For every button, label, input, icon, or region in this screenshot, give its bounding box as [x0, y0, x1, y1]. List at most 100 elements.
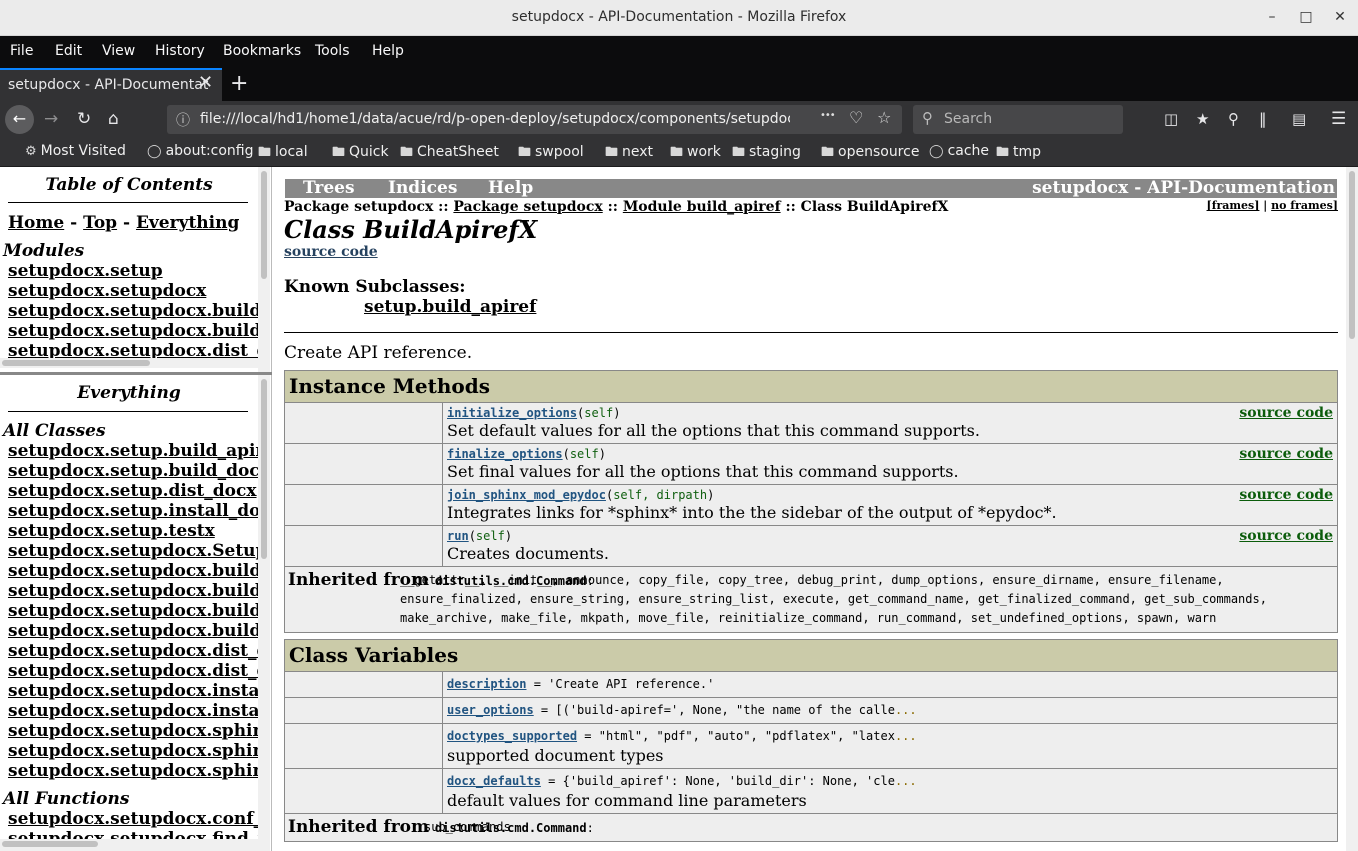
- subclass-link[interactable]: setup.build_apiref: [364, 297, 536, 317]
- class-link[interactable]: setupdocx.setup.install_docx: [8, 501, 258, 521]
- minimize-button[interactable]: –: [1257, 0, 1287, 35]
- reload-button[interactable]: ↻: [77, 107, 91, 131]
- method-source-code-link[interactable]: source code: [1239, 446, 1333, 462]
- bookmark-folder-staging[interactable]: 🖿 staging: [732, 143, 801, 165]
- bookmark-cache[interactable]: ◯ cache: [929, 143, 989, 159]
- variable-name-link[interactable]: user_options: [447, 703, 534, 717]
- library-icon[interactable]: ‖: [1259, 107, 1267, 131]
- pocket-icon[interactable]: ♡: [849, 108, 863, 127]
- method-source-code-link[interactable]: source code: [1239, 528, 1333, 544]
- bookmark-folder-swpool[interactable]: 🖿 swpool: [518, 143, 584, 165]
- menu-edit[interactable]: Edit: [55, 43, 82, 59]
- everything-title: Everything: [77, 383, 181, 403]
- module-link[interactable]: setupdocx.setupdocx.build_apiref: [8, 301, 258, 321]
- menu-file[interactable]: File: [10, 43, 33, 59]
- no-frames-link[interactable]: no frames]: [1271, 199, 1338, 212]
- menu-bookmarks[interactable]: Bookmarks: [223, 43, 301, 59]
- info-icon[interactable]: ⓘ: [176, 110, 190, 130]
- variable-row: docx_defaults = {'build_apiref': None, '…: [285, 769, 1337, 814]
- menu-history[interactable]: History: [155, 43, 205, 59]
- class-link[interactable]: setupdocx.setupdocx.install_docx: [8, 701, 258, 721]
- page-actions-icon[interactable]: •••: [820, 110, 836, 121]
- tab-close-icon[interactable]: ✕: [198, 68, 213, 98]
- zoom-search-icon[interactable]: ⚲: [1228, 107, 1239, 131]
- maximize-button[interactable]: □: [1291, 0, 1321, 35]
- main-vscrollbar[interactable]: [1346, 167, 1358, 851]
- bookmark-star-icon[interactable]: ☆: [877, 108, 891, 127]
- hamburger-menu-icon[interactable]: ☰: [1331, 107, 1346, 131]
- module-link[interactable]: setupdocx.setup: [8, 261, 163, 281]
- bookmark-most-visited[interactable]: ⚙ Most Visited: [25, 143, 126, 159]
- class-link[interactable]: setupdocx.setupdocx.build_docx: [8, 601, 258, 621]
- search-bar[interactable]: ⚲ Search: [913, 105, 1123, 134]
- toc-home-link[interactable]: Home: [8, 213, 64, 233]
- variable-name-link[interactable]: description: [447, 677, 526, 691]
- bookmark-folder-work[interactable]: 🖿 work: [670, 143, 721, 165]
- new-tab-button[interactable]: +: [230, 68, 248, 99]
- close-window-button[interactable]: ✕: [1325, 0, 1355, 35]
- bookmark-folder-next[interactable]: 🖿 next: [605, 143, 653, 165]
- home-button[interactable]: ⌂: [108, 107, 119, 131]
- class-link[interactable]: setupdocx.setupdocx.sphinx: [8, 761, 258, 781]
- method-source-code-link[interactable]: source code: [1239, 487, 1333, 503]
- frames-link[interactable]: [frames]: [1207, 199, 1260, 212]
- nav-indices-link[interactable]: Indices: [388, 179, 457, 198]
- class-link[interactable]: setupdocx.setupdocx.build_apiref: [8, 581, 258, 601]
- class-link[interactable]: setupdocx.setup.dist_docx: [8, 481, 257, 501]
- variable-name-link[interactable]: doctypes_supported: [447, 729, 577, 743]
- class-link[interactable]: setupdocx.setup.build_docx: [8, 461, 258, 481]
- class-link[interactable]: setupdocx.setupdocx.build_apiref: [8, 561, 258, 581]
- bookmark-folder-quick[interactable]: 🖿 Quick: [332, 143, 389, 165]
- reader-view-icon[interactable]: ◫: [1164, 107, 1178, 131]
- breadcrumb-module-link[interactable]: Module build_apiref: [623, 199, 781, 215]
- module-link[interactable]: setupdocx.setupdocx: [8, 281, 206, 301]
- toc-top-link[interactable]: Top: [83, 213, 117, 233]
- method-name-link[interactable]: run: [447, 529, 469, 543]
- bookmark-menu-icon[interactable]: ★: [1196, 107, 1209, 131]
- url-bar[interactable]: ⓘ file:///local/hd1/home1/data/acue/rd/p…: [167, 105, 902, 134]
- class-link[interactable]: setupdocx.setupdocx.install_docx: [8, 681, 258, 701]
- function-link[interactable]: setupdocx.setupdocx.conf_list: [8, 809, 258, 829]
- url-text[interactable]: file:///local/hd1/home1/data/acue/rd/p-o…: [200, 111, 790, 127]
- back-button[interactable]: ←: [5, 105, 34, 134]
- class-link[interactable]: setupdocx.setupdocx.sphinx: [8, 721, 258, 741]
- method-name-link[interactable]: join_sphinx_mod_epydoc: [447, 488, 606, 502]
- bookmark-folder-opensource[interactable]: 🖿 opensource: [821, 143, 919, 165]
- class-link[interactable]: setupdocx.setupdocx.sphinx: [8, 741, 258, 761]
- method-name-link[interactable]: initialize_options: [447, 406, 577, 420]
- bookmark-folder-cheatsheet[interactable]: 🖿 CheatSheet: [400, 143, 499, 165]
- class-variables-heading: Class Variables: [285, 640, 1337, 672]
- sidebar-icon[interactable]: ▤: [1292, 107, 1306, 131]
- class-link[interactable]: setupdocx.setupdocx.SetupDocX: [8, 541, 258, 561]
- method-source-code-link[interactable]: source code: [1239, 405, 1333, 421]
- method-signature: join_sphinx_mod_epydoc(self, dirpath): [447, 488, 715, 502]
- menu-help[interactable]: Help: [372, 43, 404, 59]
- bookmark-about-config[interactable]: ◯ about:config: [147, 143, 254, 159]
- menu-tools[interactable]: Tools: [315, 43, 350, 59]
- class-link[interactable]: setupdocx.setup.build_apiref: [8, 441, 258, 461]
- class-link[interactable]: setupdocx.setupdocx.dist_docx: [8, 661, 258, 681]
- toc-vscrollbar[interactable]: [258, 167, 270, 372]
- menu-view[interactable]: View: [102, 43, 135, 59]
- everything-vscrollbar[interactable]: [258, 375, 270, 851]
- method-name-link[interactable]: finalize_options: [447, 447, 563, 461]
- browser-tab[interactable]: setupdocx - API-Documentat: [0, 68, 222, 101]
- breadcrumb-package-link[interactable]: Package setupdocx: [453, 199, 602, 215]
- variable-signature: doctypes_supported = "html", "pdf", "aut…: [447, 729, 917, 743]
- class-link[interactable]: setupdocx.setup.testx: [8, 521, 215, 541]
- toc-everything-link[interactable]: Everything: [136, 213, 239, 233]
- folder-icon: 🖿: [605, 145, 619, 160]
- variable-name-link[interactable]: docx_defaults: [447, 774, 541, 788]
- nav-trees-link[interactable]: Trees: [303, 179, 355, 198]
- forward-button[interactable]: →: [44, 107, 58, 131]
- class-source-code-link[interactable]: source code: [284, 244, 378, 260]
- nav-help-link[interactable]: Help: [488, 179, 533, 198]
- module-link[interactable]: setupdocx.setupdocx.build_docx: [8, 321, 258, 341]
- class-link[interactable]: setupdocx.setupdocx.dist_docx: [8, 641, 258, 661]
- bookmark-folder-tmp[interactable]: 🖿 tmp: [996, 143, 1041, 165]
- class-link[interactable]: setupdocx.setupdocx.build_docx: [8, 621, 258, 641]
- bookmark-folder-local[interactable]: 🖿 local: [258, 143, 308, 165]
- tab-title: setupdocx - API-Documentat: [8, 77, 209, 93]
- toc-hscrollbar[interactable]: [0, 358, 258, 368]
- everything-hscrollbar[interactable]: [0, 839, 258, 851]
